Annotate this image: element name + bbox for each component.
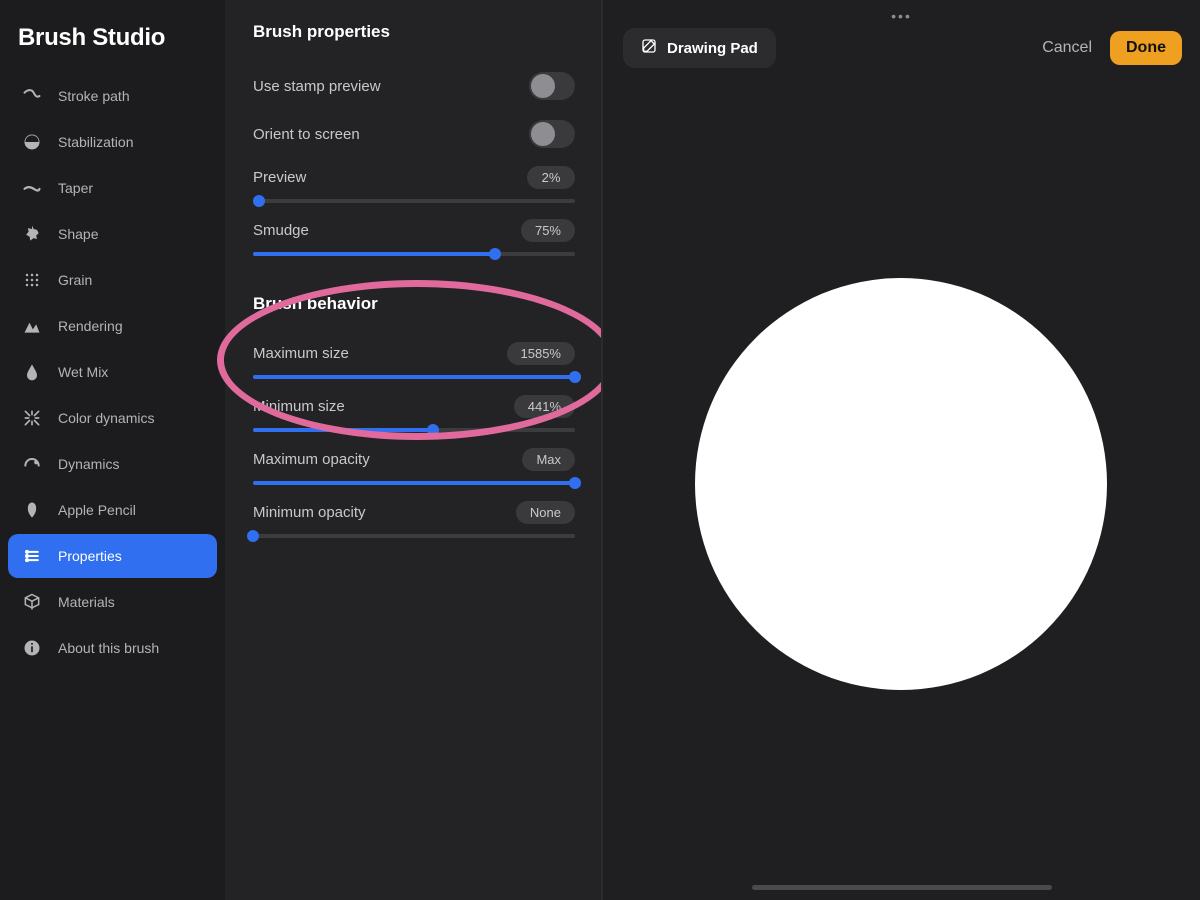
grain-icon xyxy=(22,270,42,290)
slider-minimum-size[interactable] xyxy=(253,428,575,432)
sidebar-item-taper[interactable]: Taper xyxy=(8,166,217,210)
slider-row-maximum-opacity: Maximum opacity Max xyxy=(253,440,575,493)
slider-row-preview: Preview 2% xyxy=(253,158,575,211)
sidebar-item-label: Stroke path xyxy=(58,88,130,104)
sidebar-item-label: Materials xyxy=(58,594,115,610)
toggle-row-use-stamp-preview: Use stamp preview xyxy=(253,62,575,110)
sidebar-item-grain[interactable]: Grain xyxy=(8,258,217,302)
top-actions: Cancel Done xyxy=(1042,31,1182,65)
sidebar-item-label: Wet Mix xyxy=(58,364,108,380)
toggle-row-orient-to-screen: Orient to screen xyxy=(253,110,575,158)
slider-row-minimum-opacity: Minimum opacity None xyxy=(253,493,575,546)
sidebar-item-wet-mix[interactable]: Wet Mix xyxy=(8,350,217,394)
sidebar-item-color-dynamics[interactable]: Color dynamics xyxy=(8,396,217,440)
sidebar-item-label: About this brush xyxy=(58,640,159,656)
slider-preview[interactable] xyxy=(253,199,575,203)
slider-label: Preview xyxy=(253,169,306,186)
sidebar-item-label: Color dynamics xyxy=(58,410,154,426)
section-title-brush-behavior: Brush behavior xyxy=(253,294,575,314)
slider-value-badge: Max xyxy=(522,448,575,471)
settings-panel: Brush properties Use stamp preview Orien… xyxy=(225,0,603,900)
rendering-icon xyxy=(22,316,42,336)
toggle-label: Use stamp preview xyxy=(253,78,381,95)
shape-icon xyxy=(22,224,42,244)
top-bar: Drawing Pad Cancel Done xyxy=(603,28,1200,68)
slider-label: Maximum size xyxy=(253,345,349,362)
sidebar-item-stabilization[interactable]: Stabilization xyxy=(8,120,217,164)
sidebar-item-about[interactable]: About this brush xyxy=(8,626,217,670)
sidebar-item-label: Apple Pencil xyxy=(58,502,136,518)
slider-row-minimum-size: Minimum size 441% xyxy=(253,387,575,440)
home-indicator xyxy=(752,885,1052,890)
sidebar-item-materials[interactable]: Materials xyxy=(8,580,217,624)
slider-value-badge: 1585% xyxy=(507,342,575,365)
slider-row-smudge: Smudge 75% xyxy=(253,211,575,264)
sidebar-item-label: Stabilization xyxy=(58,134,134,150)
slider-minimum-opacity[interactable] xyxy=(253,534,575,538)
stroke-path-icon xyxy=(22,86,42,106)
sidebar-item-label: Taper xyxy=(58,180,93,196)
sidebar-item-label: Grain xyxy=(58,272,92,288)
sidebar-item-stroke-path[interactable]: Stroke path xyxy=(8,74,217,118)
toggle-label: Orient to screen xyxy=(253,126,360,143)
slider-label: Maximum opacity xyxy=(253,451,370,468)
color-dynamics-icon xyxy=(22,408,42,428)
section-title-brush-properties: Brush properties xyxy=(253,22,575,42)
sidebar-item-label: Rendering xyxy=(58,318,123,334)
apple-pencil-icon xyxy=(22,500,42,520)
sidebar-item-label: Shape xyxy=(58,226,98,242)
slider-value-badge: None xyxy=(516,501,575,524)
drawing-pad-button[interactable]: Drawing Pad xyxy=(623,28,776,68)
cancel-button[interactable]: Cancel xyxy=(1042,39,1092,57)
slider-maximum-size[interactable] xyxy=(253,375,575,379)
slider-label: Smudge xyxy=(253,222,309,239)
wet-mix-icon xyxy=(22,362,42,382)
toggle-orient-to-screen[interactable] xyxy=(529,120,575,148)
slider-label: Minimum size xyxy=(253,398,345,415)
sidebar-item-apple-pencil[interactable]: Apple Pencil xyxy=(8,488,217,532)
slider-smudge[interactable] xyxy=(253,252,575,256)
slider-value-badge: 441% xyxy=(514,395,575,418)
slider-maximum-opacity[interactable] xyxy=(253,481,575,485)
app-root: Brush Studio Stroke path Stabilization T… xyxy=(0,0,1200,900)
dynamics-icon xyxy=(22,454,42,474)
sidebar: Brush Studio Stroke path Stabilization T… xyxy=(0,0,225,900)
slider-value-badge: 2% xyxy=(527,166,575,189)
brush-preview xyxy=(695,278,1107,690)
drawing-pad-label: Drawing Pad xyxy=(667,40,758,57)
stabilization-icon xyxy=(22,132,42,152)
overflow-dots-icon[interactable]: ••• xyxy=(891,8,912,24)
materials-icon xyxy=(22,592,42,612)
sidebar-item-label: Dynamics xyxy=(58,456,119,472)
sidebar-item-properties[interactable]: Properties xyxy=(8,534,217,578)
canvas-area: ••• Drawing Pad Cancel Done xyxy=(603,0,1200,900)
done-button[interactable]: Done xyxy=(1110,31,1182,65)
sidebar-item-rendering[interactable]: Rendering xyxy=(8,304,217,348)
properties-icon xyxy=(22,546,42,566)
about-icon xyxy=(22,638,42,658)
slider-row-maximum-size: Maximum size 1585% xyxy=(253,334,575,387)
sidebar-item-label: Properties xyxy=(58,548,122,564)
taper-icon xyxy=(22,178,42,198)
edit-icon xyxy=(641,38,657,58)
slider-label: Minimum opacity xyxy=(253,504,366,521)
slider-value-badge: 75% xyxy=(521,219,575,242)
sidebar-item-dynamics[interactable]: Dynamics xyxy=(8,442,217,486)
toggle-use-stamp-preview[interactable] xyxy=(529,72,575,100)
sidebar-item-shape[interactable]: Shape xyxy=(8,212,217,256)
app-title: Brush Studio xyxy=(8,14,217,74)
